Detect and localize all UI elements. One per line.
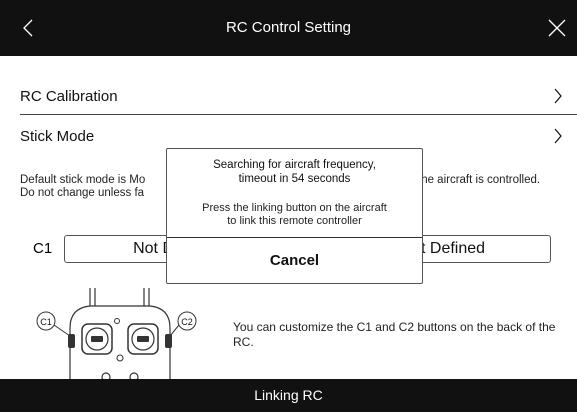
c1-label: C1 xyxy=(33,240,53,257)
dialog-message-line1: Searching for aircraft frequency, xyxy=(213,159,376,171)
dialog-hint-line2: to link this remote controller xyxy=(227,215,362,227)
dialog-message-line2: timeout in 54 seconds xyxy=(238,173,351,185)
close-button[interactable] xyxy=(543,14,571,42)
c1-marker: C1 xyxy=(40,317,52,327)
close-icon xyxy=(548,19,566,37)
description-line1-end: the aircraft is controlled. xyxy=(418,174,541,186)
dialog-hint-line1: Press the linking button on the aircraft xyxy=(202,202,387,214)
dialog-message: Searching for aircraft frequency, timeou… xyxy=(167,158,422,186)
chevron-right-icon xyxy=(554,88,562,104)
customize-note: You can customize the C1 and C2 buttons … xyxy=(233,320,556,349)
page-title: RC Control Setting xyxy=(225,19,352,36)
dialog-hint: Press the linking button on the aircraft… xyxy=(167,202,422,228)
stick-mode-label: Stick Mode xyxy=(20,127,95,145)
header-bar: RC Control Setting xyxy=(0,0,577,56)
c2-marker: C2 xyxy=(181,317,193,327)
cancel-button[interactable]: Cancel xyxy=(167,238,422,283)
linking-dialog: Searching for aircraft frequency, timeou… xyxy=(166,148,423,284)
remote-controller-illustration: C1 C2 xyxy=(36,288,197,379)
chevron-right-icon xyxy=(554,128,562,144)
c2-select-value: t Defined xyxy=(421,240,486,257)
rc-calibration-label: RC Calibration xyxy=(20,87,118,105)
linking-rc-button[interactable]: Linking RC xyxy=(0,379,577,412)
rc-calibration-row[interactable]: RC Calibration xyxy=(20,78,577,115)
